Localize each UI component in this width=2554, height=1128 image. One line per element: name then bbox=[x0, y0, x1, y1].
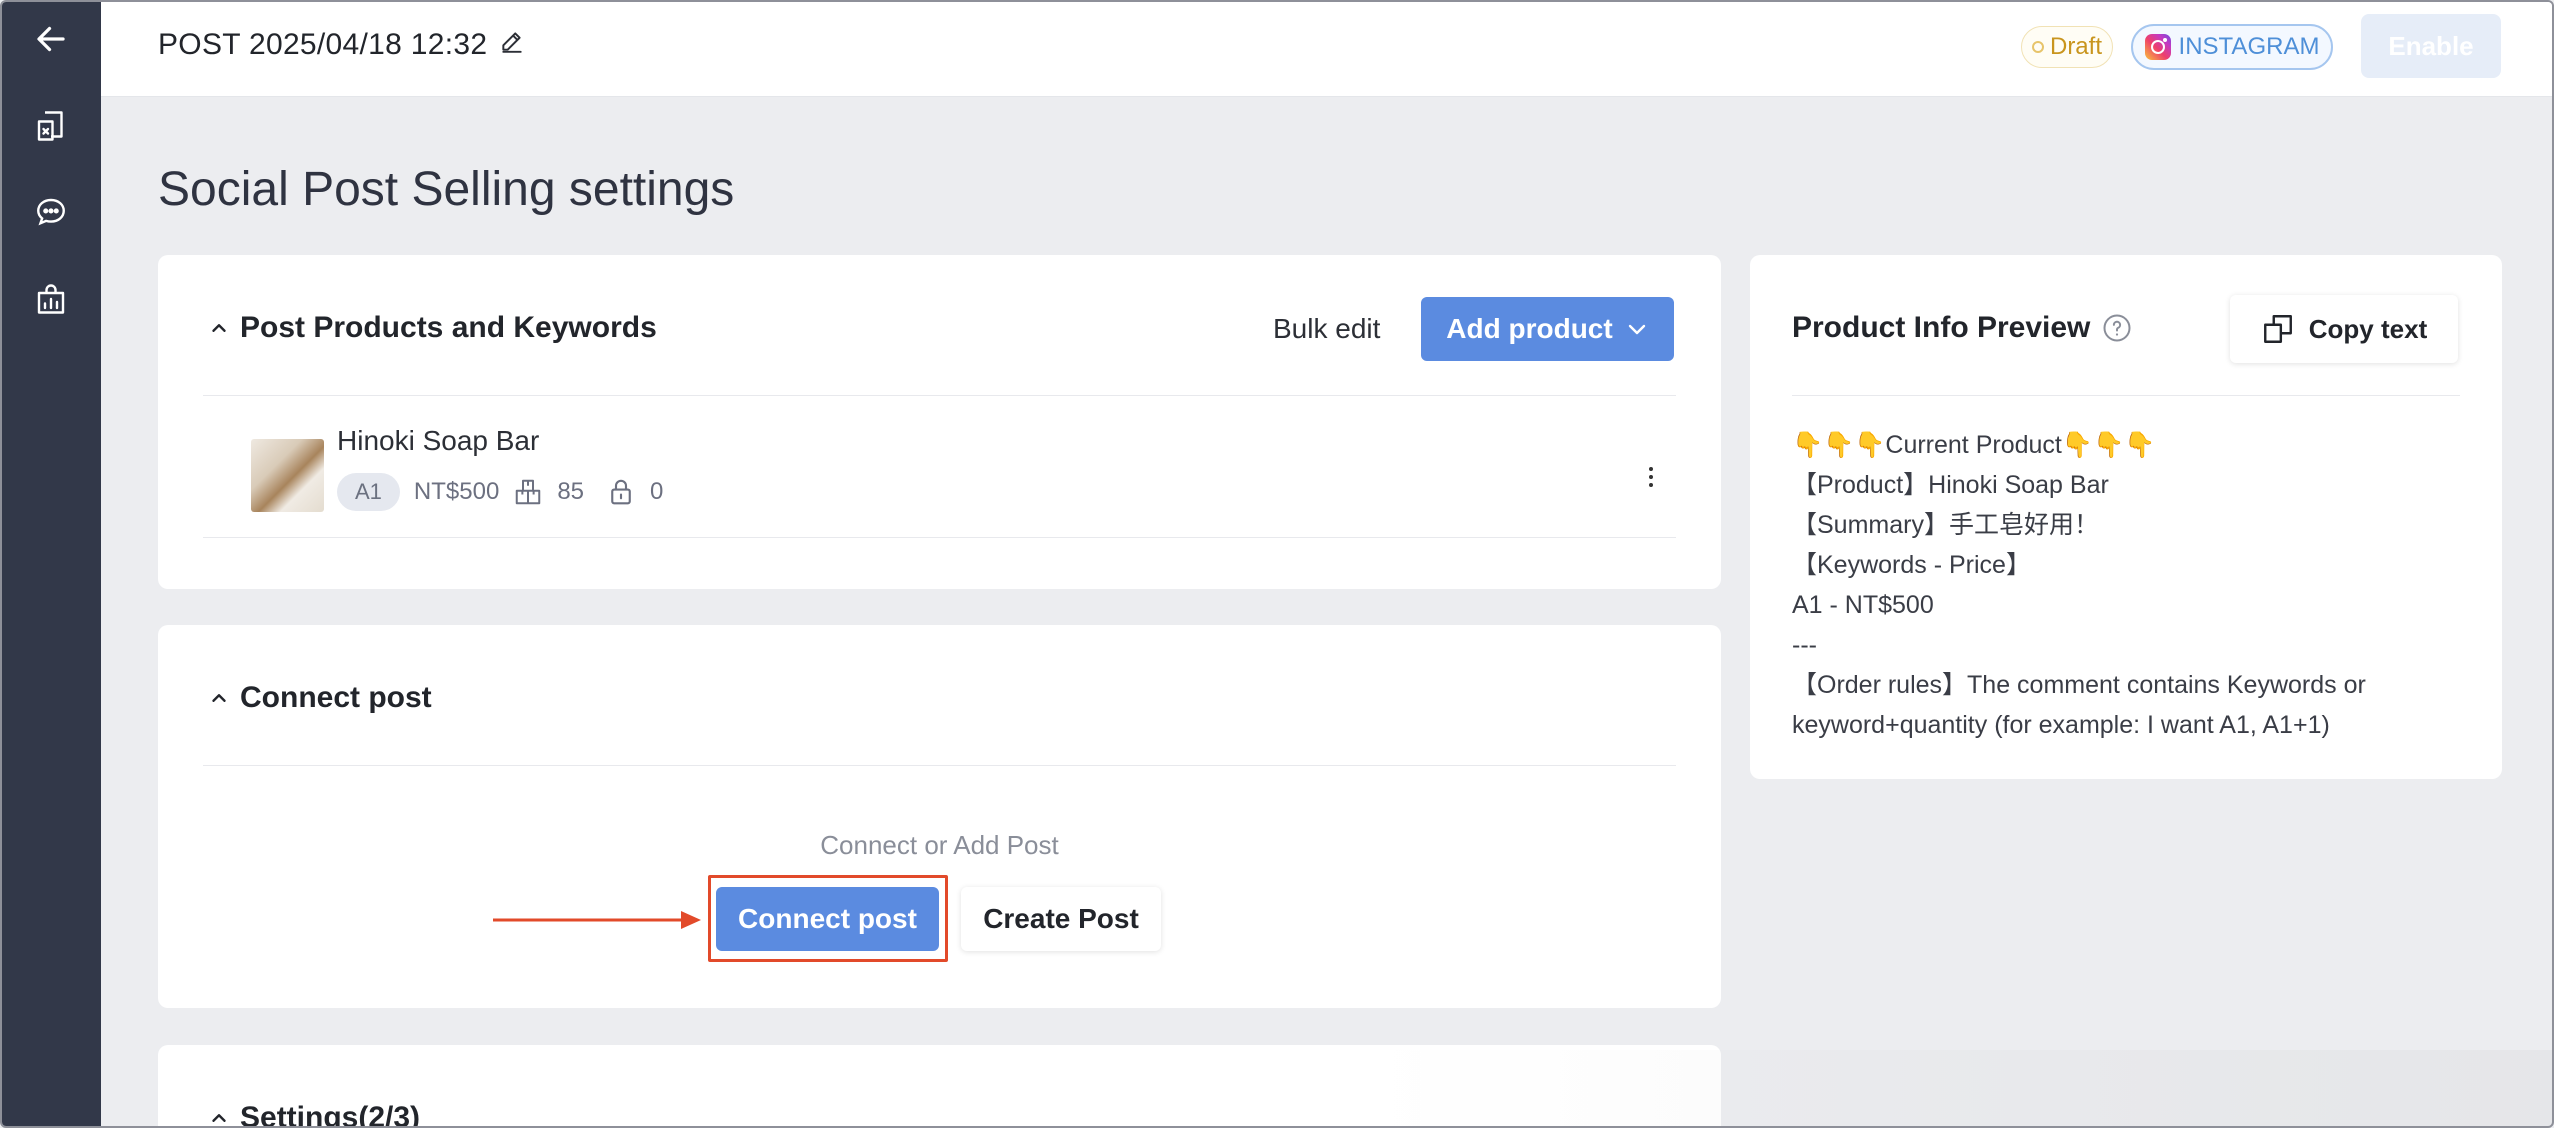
copy-text-button[interactable]: Copy text bbox=[2230, 295, 2458, 363]
preview-line: 【Keywords - Price】 bbox=[1792, 551, 2031, 579]
preview-line: keyword+quantity (for example: I want A1… bbox=[1792, 711, 2330, 739]
preview-text: 👇👇👇Current Product👇👇👇 【Product】Hinoki So… bbox=[1792, 425, 2472, 745]
copy-text-label: Copy text bbox=[2308, 313, 2428, 344]
back-arrow-icon[interactable] bbox=[24, 12, 78, 66]
connect-section-title: Connect post bbox=[240, 681, 432, 714]
lock-icon bbox=[611, 479, 631, 505]
product-row: Hinoki Soap Bar A1 NT$500 85 0 bbox=[251, 425, 1671, 517]
product-stock: 85 bbox=[557, 478, 585, 505]
divider bbox=[203, 537, 1676, 538]
connect-hint-text: Connect or Add Post bbox=[820, 830, 1059, 860]
chevron-up-icon bbox=[212, 694, 226, 702]
stock-boxes-icon bbox=[516, 479, 541, 505]
sidebar bbox=[2, 2, 101, 1126]
add-product-button[interactable]: Add product bbox=[1421, 297, 1674, 361]
product-locked-qty: 0 bbox=[650, 478, 664, 505]
preview-title: Product Info Preview bbox=[1792, 311, 2132, 345]
platform-badge: INSTAGRAM bbox=[2131, 24, 2333, 70]
add-product-label: Add product bbox=[1446, 313, 1613, 344]
product-name: Hinoki Soap Bar bbox=[337, 425, 540, 456]
app-frame: POST 2025/04/18 12:32 Draft INSTAGRAM En… bbox=[0, 0, 2554, 1128]
preview-line: 【Order rules】The comment contains Keywor… bbox=[1792, 671, 2366, 699]
product-price: NT$500 bbox=[413, 478, 500, 505]
settings-section-header[interactable]: Settings(2/3) bbox=[208, 1101, 421, 1128]
divider bbox=[203, 765, 1676, 766]
settings-card: Settings(2/3) bbox=[158, 1045, 1721, 1128]
create-post-button[interactable]: Create Post bbox=[961, 887, 1161, 951]
edit-pencil-icon[interactable] bbox=[499, 28, 525, 62]
products-section-header[interactable]: Post Products and Keywords bbox=[208, 311, 657, 345]
keyword-chip: A1 bbox=[337, 473, 400, 511]
connect-section-header[interactable]: Connect post bbox=[208, 681, 432, 715]
page-title: Social Post Selling settings bbox=[158, 163, 735, 216]
shop-analytics-icon[interactable] bbox=[24, 272, 78, 326]
chevron-down-icon bbox=[1628, 324, 1645, 335]
connect-post-card: Connect post Connect or Add Post Connect… bbox=[158, 625, 1721, 1008]
product-meta: A1 NT$500 85 0 bbox=[337, 473, 663, 511]
enable-button[interactable]: Enable bbox=[2361, 14, 2501, 78]
post-title-text: POST 2025/04/18 12:32 bbox=[158, 28, 488, 61]
product-thumbnail bbox=[251, 439, 324, 512]
top-header: POST 2025/04/18 12:32 Draft INSTAGRAM En… bbox=[101, 2, 2552, 97]
annotation-arrow-icon bbox=[493, 911, 701, 929]
preview-line: --- bbox=[1792, 631, 1817, 659]
status-badge-label: Draft bbox=[2049, 33, 2102, 60]
divider bbox=[203, 395, 1676, 396]
copy-icon bbox=[2263, 315, 2292, 343]
status-dot-icon bbox=[2031, 41, 2044, 53]
chat-icon[interactable] bbox=[24, 185, 78, 239]
settings-section-title: Settings(2/3) bbox=[240, 1101, 421, 1128]
more-options-icon[interactable] bbox=[1641, 457, 1661, 497]
preview-line: 【Summary】手工皂好用！ bbox=[1792, 511, 2099, 539]
preview-line: 【Product】Hinoki Soap Bar bbox=[1792, 471, 2109, 499]
connect-post-button[interactable]: Connect post bbox=[716, 887, 939, 951]
products-section-title: Post Products and Keywords bbox=[240, 311, 657, 344]
preview-line: 👇👇👇Current Product👇👇👇 bbox=[1792, 431, 2156, 459]
instagram-icon bbox=[2144, 34, 2171, 60]
product-info-preview-card: Product Info Preview Copy text 👇👇👇Curren… bbox=[1750, 255, 2502, 779]
post-title: POST 2025/04/18 12:32 bbox=[158, 28, 525, 62]
platform-badge-label: INSTAGRAM bbox=[2178, 33, 2320, 60]
help-icon[interactable] bbox=[2102, 313, 2132, 343]
divider bbox=[1792, 395, 2460, 396]
status-badge: Draft bbox=[2021, 26, 2113, 68]
posts-icon[interactable] bbox=[24, 99, 78, 153]
preview-line: A1 - NT$500 bbox=[1792, 591, 1934, 619]
preview-title-text: Product Info Preview bbox=[1792, 311, 2091, 344]
chevron-up-icon bbox=[212, 1114, 226, 1122]
chevron-up-icon bbox=[212, 324, 226, 332]
products-card: Post Products and Keywords Bulk edit Add… bbox=[158, 255, 1721, 589]
bulk-edit-button[interactable]: Bulk edit bbox=[1273, 313, 1380, 345]
